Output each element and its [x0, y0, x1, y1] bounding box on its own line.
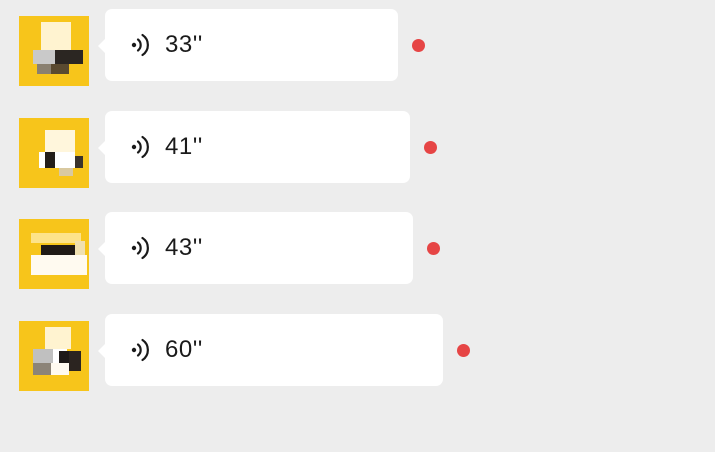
chat-message-list: 33'' 41'' 43'' 60'' — [0, 0, 715, 452]
unread-dot — [424, 141, 437, 154]
avatar[interactable] — [19, 219, 89, 289]
avatar[interactable] — [19, 321, 89, 391]
unread-dot — [427, 242, 440, 255]
voice-message-bubble[interactable]: 41'' — [98, 111, 410, 183]
voice-duration: 43'' — [165, 234, 203, 261]
voice-duration: 41'' — [165, 133, 203, 160]
voice-message-bubble[interactable]: 33'' — [98, 9, 398, 81]
avatar[interactable] — [19, 118, 89, 188]
voice-wave-icon — [131, 135, 149, 159]
voice-wave-icon — [131, 236, 149, 260]
voice-wave-icon — [131, 33, 149, 57]
voice-duration: 60'' — [165, 336, 203, 363]
voice-duration: 33'' — [165, 31, 203, 58]
avatar[interactable] — [19, 16, 89, 86]
voice-message-bubble[interactable]: 43'' — [98, 212, 413, 284]
unread-dot — [412, 39, 425, 52]
unread-dot — [457, 344, 470, 357]
voice-wave-icon — [131, 338, 149, 362]
voice-message-bubble[interactable]: 60'' — [98, 314, 443, 386]
